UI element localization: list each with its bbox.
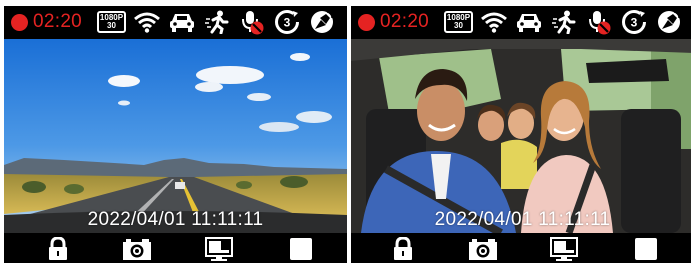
- car-icon: [168, 9, 196, 35]
- recording-indicator-icon: [11, 13, 28, 31]
- dashcam-screen-front: 02:20 1080P 30 3 2022/04/01 11:11:11: [4, 6, 347, 263]
- camera-icon[interactable]: [468, 236, 498, 262]
- svg-text:3: 3: [284, 16, 291, 30]
- cabin-scene-image: [351, 39, 691, 233]
- stop-icon[interactable]: [631, 236, 661, 262]
- framerate-label: 30: [107, 21, 116, 30]
- gps-icon: [655, 9, 683, 35]
- lock-icon[interactable]: [43, 236, 73, 262]
- status-bar: 02:20 1080P 30 3: [4, 6, 347, 38]
- camera-feed-cabin: [351, 39, 691, 233]
- status-bar: 02:20 1080P 30 3: [351, 6, 691, 38]
- stop-icon[interactable]: [286, 236, 316, 262]
- wifi-icon: [480, 9, 508, 35]
- wifi-icon: [133, 9, 161, 35]
- mic-muted-icon: [585, 9, 613, 35]
- recording-indicator-icon: [358, 13, 375, 31]
- motion-detection-icon: [203, 9, 231, 35]
- mic-muted-icon: [238, 9, 266, 35]
- video-timestamp: 2022/04/01 11:11:11: [434, 209, 611, 230]
- recording-time: 02:20: [33, 11, 83, 32]
- video-timestamp: 2022/04/01 11:11:11: [87, 209, 264, 230]
- loop-recording-icon: 3: [620, 9, 648, 35]
- display-icon[interactable]: [549, 236, 579, 262]
- camera-icon[interactable]: [122, 236, 152, 262]
- framerate-label: 30: [454, 21, 463, 30]
- bottom-toolbar: [4, 233, 347, 263]
- resolution-badge: 1080P 30: [97, 11, 126, 33]
- bottom-toolbar: [351, 233, 691, 263]
- svg-text:3: 3: [631, 16, 638, 30]
- loop-recording-icon: 3: [273, 9, 301, 35]
- dashcam-screen-cabin: 02:20 1080P 30 3 2022/04/01 11:11:11: [351, 6, 691, 263]
- camera-feed-front: [4, 39, 347, 233]
- road-scene-image: [4, 39, 347, 233]
- gps-icon: [308, 9, 336, 35]
- resolution-badge: 1080P 30: [444, 11, 473, 33]
- lock-icon[interactable]: [388, 236, 418, 262]
- display-icon[interactable]: [204, 236, 234, 262]
- motion-detection-icon: [550, 9, 578, 35]
- recording-time: 02:20: [380, 11, 430, 32]
- car-icon: [515, 9, 543, 35]
